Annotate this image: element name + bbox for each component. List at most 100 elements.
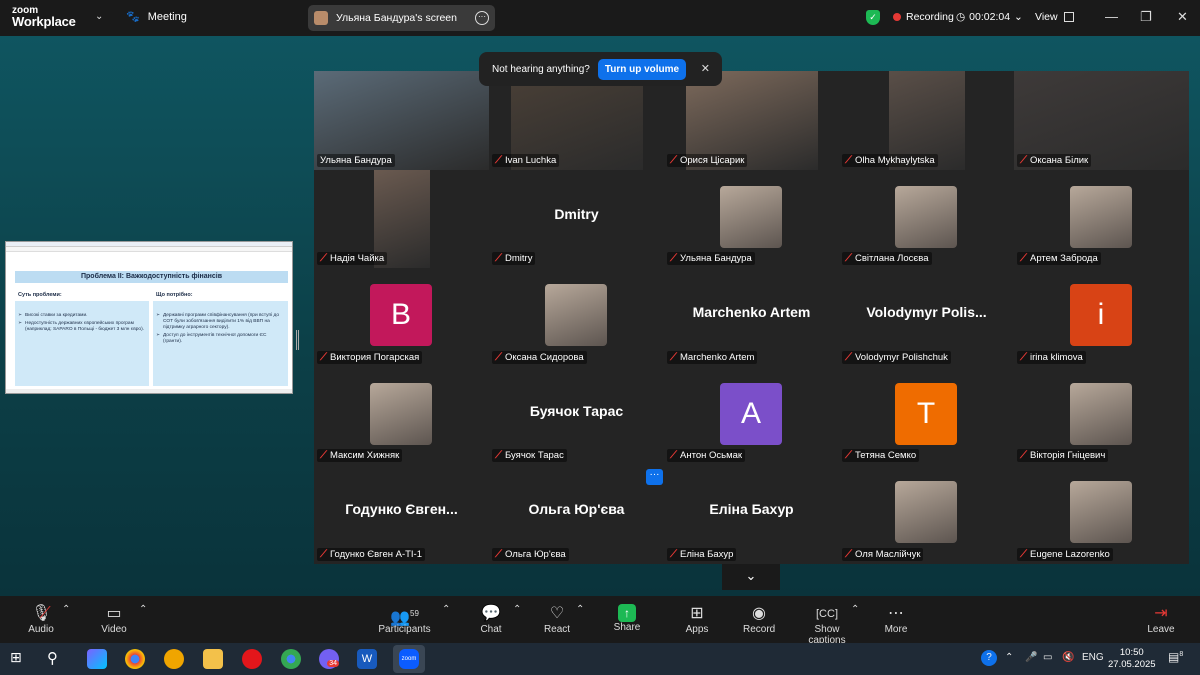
minimize-icon[interactable]: — (1105, 9, 1118, 24)
participant-tile[interactable]: A ⟋ Антон Осьмак (664, 367, 839, 466)
shared-screen-thumbnail[interactable]: Проблема ІІ: Важкодоступність фінансів С… (5, 241, 293, 394)
participant-tile[interactable]: Dmitry ⟋ Dmitry (489, 170, 664, 269)
microphone-icon[interactable]: 🎤 (1025, 652, 1037, 663)
apps-button[interactable]: ⊞ Apps (684, 604, 710, 635)
react-button[interactable]: ♡ React (543, 604, 571, 635)
mic-muted-icon: ⟋ (320, 450, 327, 462)
participant-tile[interactable]: ⟋ Оля Маслійчук (839, 465, 1014, 564)
participant-tile[interactable]: ⟋ Ульяна Бандура (664, 170, 839, 269)
meeting-menu[interactable]: 🐾 Meeting (126, 10, 187, 24)
record-button[interactable]: ◉ Record (743, 604, 775, 635)
battery-icon[interactable]: ▭ (1043, 652, 1052, 663)
participant-gallery: Ульяна Бандура ⟋ Ivan Luchka ⟋ Орися Цісарик… (314, 71, 1189, 564)
close-icon[interactable]: ✕ (1177, 9, 1188, 25)
notifications-icon[interactable]: ▤8 (1168, 650, 1183, 664)
video-button[interactable]: ▭ Video (99, 604, 129, 635)
participant-tile[interactable]: B ⟋ Виктория Погарская (314, 268, 489, 367)
meeting-timer[interactable]: ◷ 00:02:04 ⌄ (956, 11, 1023, 23)
chrome-profile-icon[interactable] (281, 649, 301, 669)
turn-up-volume-button[interactable]: Turn up volume (597, 58, 687, 80)
screen-share-pill[interactable]: Ульяна Бандура's screen ··· (308, 5, 495, 31)
search-icon[interactable]: ⚲ (47, 649, 67, 669)
mic-muted-icon: ⟋ (845, 450, 852, 462)
resize-handle[interactable] (296, 330, 299, 350)
chevron-up-icon[interactable]: ⌃ (1005, 652, 1013, 663)
opera-icon[interactable] (242, 649, 262, 669)
participant-name: Буячок Тарас (505, 450, 564, 462)
top-bar: zoom Workplace ⌄ 🐾 Meeting Ульяна Бандур… (0, 0, 1200, 36)
participant-tile[interactable]: ⟋ Світлана Лосєва (839, 170, 1014, 269)
mic-muted-icon: ⟋ (845, 154, 852, 166)
chevron-up-icon[interactable]: ⌃ (513, 604, 521, 615)
view-label: View (1035, 11, 1058, 23)
participant-name: Вікторія Гніцевич (1030, 450, 1106, 462)
chevron-up-icon[interactable]: ⌃ (851, 604, 859, 615)
heart-icon: ♡ (549, 605, 565, 622)
share-button[interactable]: ↑ Share (613, 604, 641, 633)
close-icon[interactable]: ✕ (701, 62, 710, 75)
participant-name: Надія Чайка (330, 253, 385, 265)
participant-tile[interactable]: Еліна Бахур ⟋ Еліна Бахур (664, 465, 839, 564)
participant-tile[interactable]: ⟋ Надія Чайка (314, 169, 489, 269)
participant-tile[interactable]: Volodymyr Polis... ⟋ Volodymyr Polishchuk (839, 268, 1014, 367)
audio-button[interactable]: 🎙⟋ Audio (28, 604, 54, 635)
participant-tile[interactable]: Годунко Євген... ⟋ Годунко Євген А-ТІ-1 (314, 465, 489, 564)
participant-name: Виктория Погарская (330, 351, 420, 363)
participant-tile[interactable]: ⟋ Eugene Lazorenko (1014, 465, 1189, 564)
collapse-gallery-button[interactable]: ⌄ (722, 564, 780, 590)
shield-icon[interactable]: ✓ (866, 10, 880, 25)
avatar (895, 481, 957, 544)
windows-start-icon[interactable]: ⊞ (10, 649, 30, 669)
word-icon[interactable]: W (357, 649, 377, 669)
participant-name: Ульяна Бандура (320, 154, 392, 166)
mic-muted-icon: ⟋ (320, 253, 327, 265)
participant-tile[interactable]: ⟋ Оксана Білик (1014, 71, 1189, 170)
chevron-down-icon[interactable]: ⌄ (95, 11, 103, 22)
help-icon[interactable]: ? (981, 650, 997, 666)
participant-tile[interactable]: ⟋ Olha Mykhaylytska (839, 71, 1014, 170)
more-button[interactable]: ⋯ More (883, 604, 909, 635)
participant-name-label: ⟋ Dmitry (492, 252, 536, 266)
participant-tile[interactable]: ⟋ Вікторія Гніцевич (1014, 367, 1189, 466)
file-explorer-icon[interactable] (203, 649, 223, 669)
taskbar-clock[interactable]: 10:50 27.05.2025 (1108, 647, 1156, 671)
participants-button[interactable]: 👥59 Participants (377, 604, 432, 635)
participant-tile[interactable]: T ⟋ Тетяна Семко (839, 367, 1014, 466)
participant-tile[interactable]: Ольга Юр'єва ⟋ Ольга Юр'єва (489, 465, 664, 564)
viber-icon[interactable]: 34 (319, 649, 339, 669)
chrome-icon[interactable] (125, 649, 145, 669)
chevron-up-icon[interactable]: ⌃ (576, 604, 584, 615)
recording-indicator[interactable]: Recording (893, 11, 954, 23)
more-icon: ⋯ (888, 605, 904, 622)
show-captions-button[interactable]: [CC] Show captions (796, 604, 858, 646)
participant-display-name: Годунко Євген... (345, 501, 458, 518)
participant-tile[interactable]: ⟋ Оксана Сидорова (489, 268, 664, 367)
slide-bullet: Доступ до інструментів технічної допомог… (153, 331, 288, 345)
browser-icon[interactable] (164, 649, 184, 669)
participant-name: Антон Осьмак (680, 450, 743, 462)
leave-button[interactable]: ⇥ Leave (1147, 604, 1175, 635)
participant-tile[interactable]: Ульяна Бандура (314, 71, 489, 170)
more-options-icon[interactable]: ··· (475, 11, 489, 25)
mic-muted-icon: ⟋ (845, 351, 852, 363)
avatar (1070, 481, 1132, 544)
more-tiles-icon[interactable]: ··· (646, 469, 663, 485)
participant-tile[interactable]: ⟋ Максим Хижняк (314, 367, 489, 466)
participant-tile[interactable]: ⟋ Артем Заброда (1014, 170, 1189, 269)
mic-muted-icon: ⟋ (495, 450, 502, 462)
chat-button[interactable]: 💬 Chat (478, 604, 504, 635)
restore-icon[interactable]: ❐ (1140, 9, 1152, 25)
participant-name: Оксана Сидорова (505, 351, 584, 363)
participant-tile[interactable]: Marchenko Artem ⟋ Marchenko Artem (664, 268, 839, 367)
chevron-up-icon[interactable]: ⌃ (139, 604, 147, 615)
participant-name: Ольга Юр'єва (505, 548, 566, 560)
volume-muted-icon[interactable]: 🔇 (1062, 652, 1074, 663)
language-indicator[interactable]: ENG (1082, 652, 1104, 663)
participant-tile[interactable]: Буячок Тарас ⟋ Буячок Тарас (489, 367, 664, 466)
chat-label: Chat (480, 624, 502, 635)
view-button[interactable]: View (1035, 11, 1074, 23)
copilot-icon[interactable] (87, 649, 107, 669)
chevron-up-icon[interactable]: ⌃ (442, 604, 450, 615)
participant-tile[interactable]: i ⟋ irina klimova (1014, 268, 1189, 367)
chevron-up-icon[interactable]: ⌃ (62, 604, 70, 615)
